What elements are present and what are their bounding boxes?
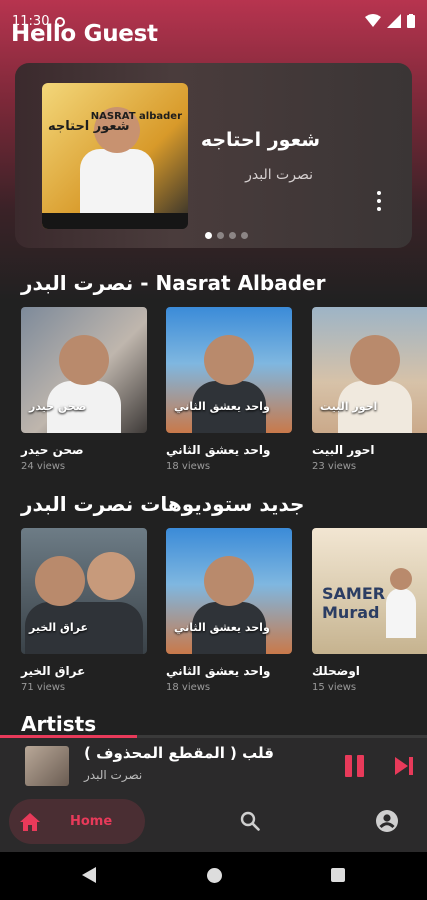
section-row-nasrat: صحن حيدر صحن حيدر 24 views واحد يعشق الث… (0, 307, 427, 477)
featured-album-art[interactable]: شعور احتاجه NASRAT albader (42, 83, 188, 229)
player-track-artist: نصرت البدر (84, 768, 143, 782)
art-artist-text: NASRAT albader (90, 111, 182, 122)
recent-apps-button[interactable] (331, 868, 345, 882)
art-label: SAMER Murad (322, 584, 386, 622)
section-row-studios: عراق الخير عراق الخير 71 views واحد يعشق… (0, 528, 427, 698)
track-views: 24 views (21, 461, 66, 472)
carousel-dot[interactable] (241, 232, 248, 239)
track-views: 15 views (312, 682, 357, 693)
track-views: 23 views (312, 461, 357, 472)
track-views: 18 views (166, 682, 211, 693)
pause-icon (345, 755, 352, 777)
track-art[interactable]: SAMER Murad (312, 528, 427, 654)
nav-home-label: Home (70, 814, 113, 829)
track-name: واحد يعشق الثاني (166, 443, 271, 457)
more-options-icon[interactable] (376, 191, 382, 211)
greeting-title: Hello Guest (11, 21, 158, 47)
featured-track-title: شعور احتاجه (200, 129, 320, 151)
art-footer-strip (42, 213, 188, 229)
art-label: واحد يعشق الثاني (174, 621, 270, 634)
track-name: عراق الخير (21, 664, 86, 678)
back-icon[interactable] (82, 867, 96, 883)
track-art[interactable]: احور البيت (312, 307, 427, 433)
carousel-indicator (205, 232, 248, 239)
art-label: عراق الخير (29, 621, 88, 634)
status-icons (365, 14, 415, 28)
track-name: واحد يعشق الثاني (166, 664, 271, 678)
mini-player[interactable]: قلب ( المقطع المحذوف ) نصرت البدر (0, 735, 427, 791)
featured-carousel[interactable]: شعور احتاجه NASRAT albader شعور احتاجه ن… (15, 63, 412, 248)
featured-track-artist: نصرت البدر (245, 167, 313, 183)
track-views: 71 views (21, 682, 66, 693)
track-name: احور البيت (312, 443, 375, 457)
track-art[interactable]: عراق الخير (21, 528, 147, 654)
art-label: واحد يعشق الثاني (174, 400, 270, 413)
track-card[interactable]: واحد يعشق الثاني واحد يعشق الثاني 18 vie… (166, 307, 292, 472)
bottom-navigation: Home (0, 791, 427, 852)
track-art[interactable]: واحد يعشق الثاني (166, 528, 292, 654)
section-title-artists: Artists (21, 712, 97, 736)
carousel-dot[interactable] (229, 232, 236, 239)
section-title-nasrat: نصرت البدر - Nasrat Albader (21, 271, 326, 295)
profile-icon[interactable] (376, 810, 398, 832)
search-icon[interactable] (240, 811, 260, 831)
player-track-title: قلب ( المقطع المحذوف ) (84, 744, 274, 762)
track-card[interactable]: SAMER Murad اوضحلك 15 views (312, 528, 427, 693)
battery-icon (407, 14, 415, 28)
track-card[interactable]: عراق الخير عراق الخير 71 views (21, 528, 147, 693)
wifi-icon (365, 14, 381, 27)
track-art[interactable]: واحد يعشق الثاني (166, 307, 292, 433)
player-album-art[interactable] (25, 746, 69, 786)
track-name: صحن حيدر (21, 443, 84, 457)
skip-next-icon[interactable] (393, 755, 415, 777)
track-name: اوضحلك (312, 664, 360, 678)
carousel-dot[interactable] (205, 232, 212, 239)
home-button[interactable] (207, 868, 222, 883)
track-card[interactable]: احور البيت احور البيت 23 views (312, 307, 427, 472)
pause-button[interactable] (344, 755, 366, 777)
system-navigation-bar (0, 852, 427, 900)
track-card[interactable]: واحد يعشق الثاني واحد يعشق الثاني 18 vie… (166, 528, 292, 693)
signal-icon (387, 14, 401, 28)
section-title-studios: جديد ستوديوهات نصرت البدر (21, 492, 305, 516)
track-views: 18 views (166, 461, 211, 472)
playback-progress-bar[interactable] (0, 735, 137, 738)
track-card[interactable]: صحن حيدر صحن حيدر 24 views (21, 307, 147, 472)
home-icon (20, 812, 40, 831)
art-label: احور البيت (320, 400, 378, 413)
carousel-dot[interactable] (217, 232, 224, 239)
art-label: صحن حيدر (29, 400, 87, 413)
nav-home-button[interactable]: Home (9, 799, 145, 844)
track-art[interactable]: صحن حيدر (21, 307, 147, 433)
